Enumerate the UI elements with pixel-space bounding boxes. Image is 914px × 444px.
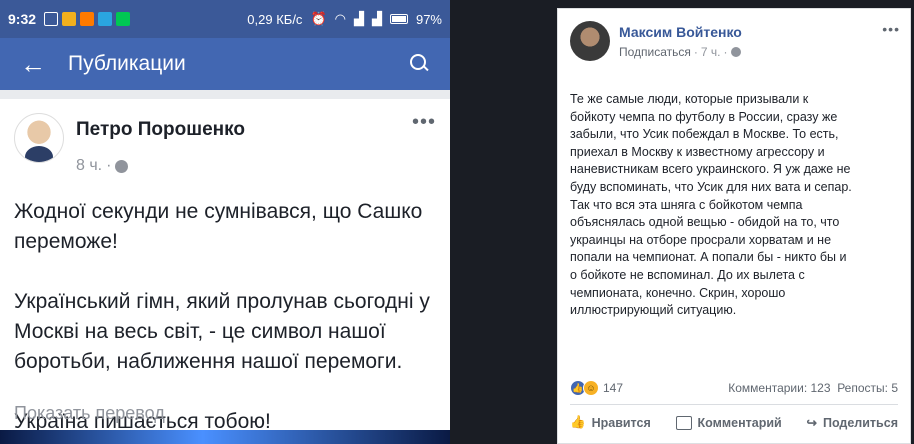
page-title: Публикации bbox=[68, 52, 186, 75]
app-bar: ← Публикации bbox=[0, 38, 450, 90]
post-meta: Подписаться · 7 ч. · bbox=[619, 45, 742, 59]
desktop-post: Максим Войтенко Подписаться · 7 ч. · •••… bbox=[557, 8, 911, 444]
more-options-button[interactable]: ••• bbox=[882, 21, 900, 61]
post-header: Максим Войтенко Подписаться · 7 ч. · ••• bbox=[558, 9, 910, 61]
post-time[interactable]: 8 ч. bbox=[76, 157, 102, 175]
comments-count[interactable]: Комментарии: 123 bbox=[728, 381, 830, 395]
more-options-button[interactable]: ••• bbox=[412, 111, 436, 134]
share-button[interactable]: ↪ Поделиться bbox=[806, 415, 898, 431]
arrow-left-icon[interactable]: ← bbox=[20, 51, 46, 77]
post-paragraph: Український гімн, який пролунав сьогодні… bbox=[14, 290, 430, 373]
battery-icon bbox=[389, 14, 408, 24]
app-icon bbox=[80, 12, 95, 26]
search-icon[interactable] bbox=[410, 54, 430, 74]
share-icon: ↪ bbox=[806, 416, 817, 430]
wifi-icon: ◠ bbox=[334, 11, 346, 26]
network-speed: 0,29 КБ/с bbox=[247, 11, 303, 27]
post-card: Петро Порошенко ••• 8 ч. · Жодної секунд… bbox=[0, 99, 450, 444]
status-right: 0,29 КБ/с ⏰ ◠ ▟ ▟ 97% bbox=[247, 11, 442, 27]
show-translation-link[interactable]: Показать перевод bbox=[14, 403, 165, 424]
facebook-icon bbox=[44, 12, 59, 26]
avatar[interactable] bbox=[570, 21, 610, 61]
mobile-screenshot: 9:32 0,29 КБ/с ⏰ ◠ ▟ ▟ 97% ← Публикации … bbox=[0, 0, 450, 444]
comment-icon bbox=[675, 415, 692, 430]
telegram-icon bbox=[98, 12, 113, 26]
post-paragraph: Жодної секунди не сумнівався, що Сашко п… bbox=[14, 200, 423, 253]
like-button[interactable]: 👍 Нравится bbox=[570, 415, 651, 430]
post-text: Те же самые люди, которые призывали к бо… bbox=[570, 92, 852, 318]
globe-icon bbox=[115, 159, 129, 173]
status-time: 9:32 bbox=[8, 11, 37, 27]
app-icon bbox=[62, 12, 77, 26]
signal-icon: ▟ bbox=[353, 11, 364, 26]
post-author[interactable]: Петро Порошенко bbox=[76, 119, 245, 141]
post-text: Жодної секунди не сумнівався, що Сашко п… bbox=[0, 175, 450, 437]
follow-link[interactable]: Подписаться bbox=[619, 45, 691, 59]
notification-icons bbox=[44, 12, 131, 26]
thumbs-up-icon: 👍 bbox=[570, 415, 586, 429]
post-stats: 👍 ☺ 147 Комментарии: 123 Репосты: 5 bbox=[570, 380, 898, 396]
shares-count[interactable]: Репосты: 5 bbox=[837, 381, 898, 395]
background-glow bbox=[0, 430, 450, 444]
reactions-count[interactable]: 147 bbox=[603, 381, 623, 395]
post-time[interactable]: 7 ч. bbox=[701, 45, 721, 59]
post-header: Петро Порошенко ••• bbox=[0, 99, 450, 163]
post-meta: 8 ч. · bbox=[62, 157, 450, 175]
post-author[interactable]: Максим Войтенко bbox=[619, 24, 742, 40]
play-store-icon bbox=[116, 12, 131, 26]
post-actions: 👍 Нравится Комментарий ↪ Поделиться bbox=[570, 404, 898, 430]
haha-reaction-icon[interactable]: ☺ bbox=[583, 380, 599, 396]
avatar[interactable] bbox=[14, 113, 64, 163]
alarm-icon: ⏰ bbox=[310, 11, 327, 26]
comment-button[interactable]: Комментарий bbox=[675, 415, 782, 430]
battery-level: 97% bbox=[415, 11, 442, 27]
signal-icon: ▟ bbox=[371, 11, 382, 26]
globe-icon bbox=[730, 47, 741, 57]
status-bar: 9:32 0,29 КБ/с ⏰ ◠ ▟ ▟ 97% bbox=[0, 0, 450, 38]
